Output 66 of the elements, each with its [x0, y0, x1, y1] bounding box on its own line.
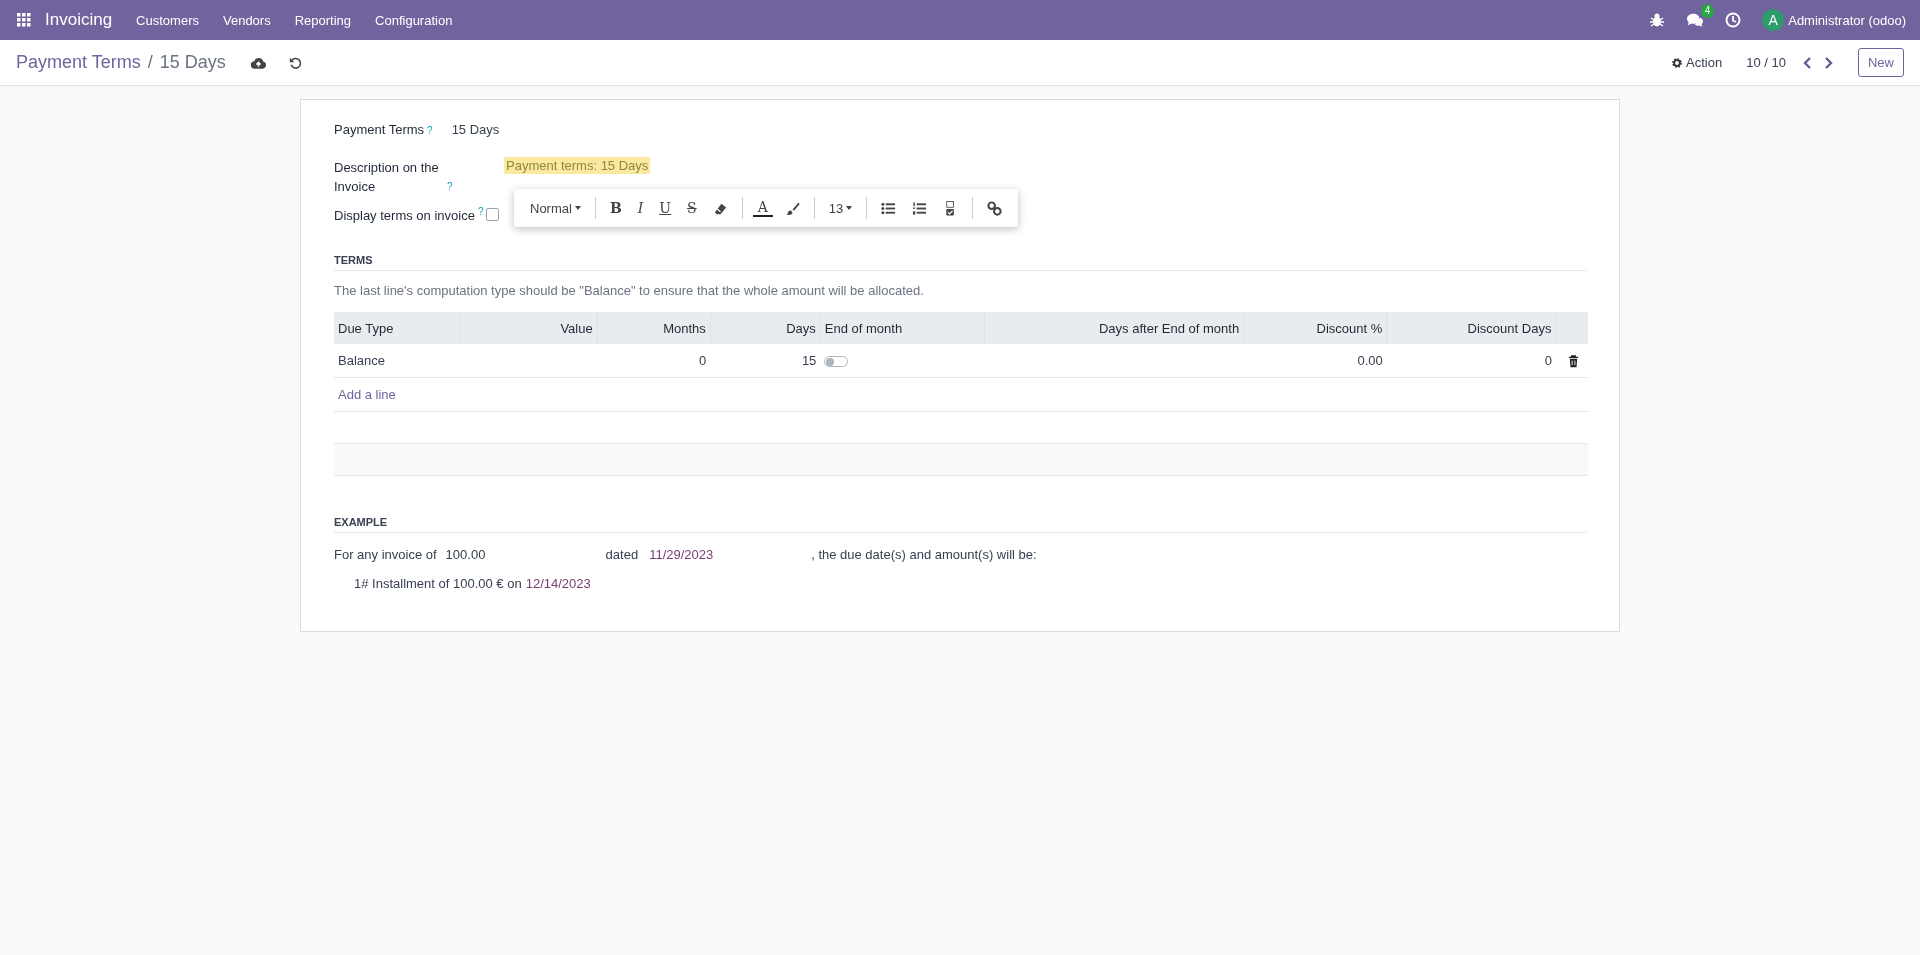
table-cell[interactable]: 0: [597, 344, 711, 378]
section-heading: TERMS: [334, 254, 1587, 272]
notification-badge: 4: [1700, 4, 1715, 18]
menu-item[interactable]: Reporting: [282, 12, 364, 28]
example-text: For any invoice of: [334, 547, 437, 563]
previous-icon[interactable]: [1802, 55, 1812, 70]
text-color-button[interactable]: A: [752, 199, 773, 217]
field-label: Display terms on invoice: [334, 208, 475, 224]
italic-button[interactable]: I: [629, 200, 652, 216]
table-cell[interactable]: 0: [1386, 344, 1556, 378]
checkbox[interactable]: [486, 208, 500, 222]
chat-icon[interactable]: [1687, 12, 1704, 28]
app-name[interactable]: Invoicing: [45, 10, 113, 30]
amount-field[interactable]: 100.00: [445, 547, 606, 563]
column-header[interactable]: End of month: [820, 312, 985, 345]
column-header[interactable]: Due Type: [334, 312, 461, 345]
hint-text: The last line's computation type should be "Balance" to ensure that the whole amount will be allocated.: [334, 283, 925, 299]
action-button[interactable]: Action: [1665, 54, 1729, 71]
clock-icon[interactable]: [1725, 12, 1742, 28]
field-value[interactable]: 15 Days: [451, 122, 500, 137]
toggle-switch[interactable]: [824, 356, 849, 368]
installment-date: 12/14/2023: [525, 576, 591, 592]
column-header[interactable]: Days: [710, 312, 821, 345]
table-cell[interactable]: 0.00: [1243, 344, 1387, 378]
record-title: 15 Days: [159, 52, 226, 73]
numbered-list-icon[interactable]: [912, 200, 928, 216]
installment-text: 1# Installment of 100.00 € on: [354, 576, 522, 592]
table-cell[interactable]: 15: [710, 344, 821, 378]
undo-icon[interactable]: [287, 55, 303, 70]
field-label: Description on the Invoice: [334, 159, 440, 196]
menu-item[interactable]: Customers: [124, 12, 211, 28]
strikethrough-button[interactable]: S: [679, 200, 705, 216]
format-dropdown[interactable]: 13: [820, 200, 861, 216]
gear-icon: [1671, 56, 1684, 69]
user-name[interactable]: Administrator (odoo): [1788, 12, 1906, 28]
example-text: dated: [605, 547, 639, 563]
date-field[interactable]: 11/29/2023: [649, 547, 812, 563]
add-line-link[interactable]: Add a line: [338, 387, 396, 403]
link-icon[interactable]: [987, 200, 1003, 216]
trash-icon[interactable]: [1567, 355, 1579, 369]
column-header[interactable]: Value: [460, 312, 598, 345]
breadcrumb-link[interactable]: Payment Terms: [16, 52, 141, 73]
column-header[interactable]: Months: [597, 312, 711, 345]
table-cell[interactable]: Balance: [334, 344, 461, 378]
column-header[interactable]: Days after End of month: [984, 312, 1244, 345]
column-header[interactable]: Discount Days: [1386, 312, 1556, 345]
next-icon[interactable]: [1824, 55, 1834, 70]
cloud-upload-icon[interactable]: [250, 55, 266, 70]
paint-brush-icon[interactable]: [784, 200, 800, 216]
bold-button[interactable]: B: [601, 200, 630, 216]
column-header[interactable]: Discount %: [1243, 312, 1387, 345]
breadcrumb-separator: /: [147, 52, 153, 73]
pager-counter[interactable]: 10 / 10: [1746, 55, 1786, 70]
menu-item[interactable]: Configuration: [363, 12, 465, 28]
section-heading: EXAMPLE: [334, 516, 1587, 534]
caret-icon: [846, 206, 853, 210]
bulleted-list-icon[interactable]: [881, 200, 897, 216]
bug-icon[interactable]: [1649, 12, 1666, 28]
menu-item[interactable]: Vendors: [210, 12, 283, 28]
underline-button[interactable]: U: [651, 200, 680, 216]
caret-icon: [574, 206, 581, 210]
example-text: , the due date(s) and amount(s) will be:: [811, 547, 1037, 563]
format-dropdown[interactable]: Normal: [522, 200, 589, 216]
apps-grid-icon[interactable]: [17, 13, 31, 27]
new-button[interactable]: New: [1858, 48, 1904, 77]
field-label: Payment Terms: [334, 122, 425, 137]
